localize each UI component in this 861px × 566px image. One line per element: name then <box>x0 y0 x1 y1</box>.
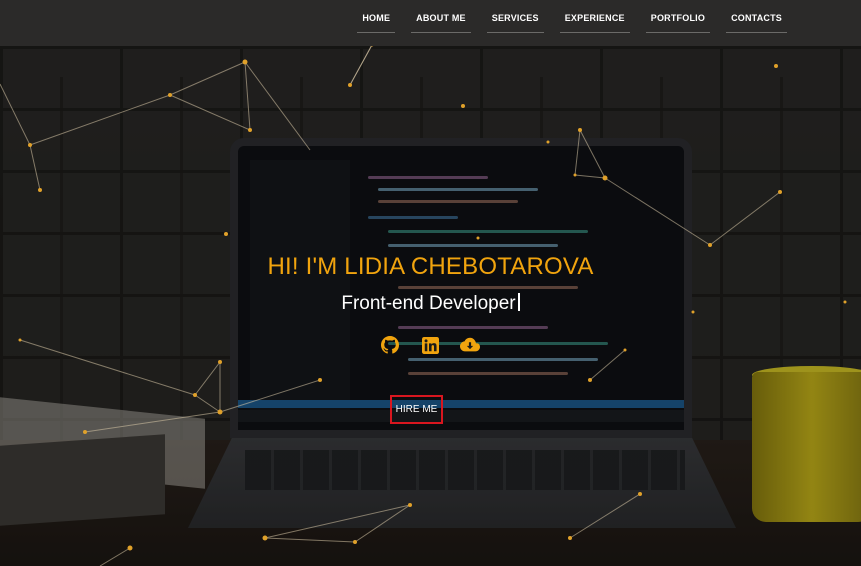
nav-item-portfolio[interactable]: PORTFOLIO <box>645 0 711 33</box>
typing-cursor <box>517 293 520 311</box>
nav-item-home[interactable]: HOME <box>357 0 396 33</box>
nav-item-services[interactable]: SERVICES <box>486 0 544 33</box>
nav-menu: HOME ABOUT ME SERVICES EXPERIENCE PORTFO… <box>341 0 787 46</box>
cloud-download-icon <box>460 337 480 352</box>
hero-subtitle: Front-end Developer <box>0 293 861 315</box>
linkedin-icon <box>421 336 439 354</box>
hero-background <box>0 0 861 566</box>
particle-network <box>0 10 847 566</box>
github-icon <box>381 336 399 354</box>
nav-item-label: ABOUT ME <box>416 13 466 23</box>
nav-item-experience[interactable]: EXPERIENCE <box>559 0 630 33</box>
nav-item-about-me[interactable]: ABOUT ME <box>411 0 471 33</box>
typed-role: Front-end Developer <box>341 293 516 314</box>
nav-item-label: EXPERIENCE <box>564 13 625 23</box>
social-links <box>380 335 480 355</box>
hire-me-button[interactable]: HIRE ME <box>390 395 443 424</box>
nav-item-label: CONTACTS <box>731 13 782 23</box>
nav-item-contacts[interactable]: CONTACTS <box>726 0 787 33</box>
github-link[interactable] <box>380 335 400 355</box>
top-navbar: HOME ABOUT ME SERVICES EXPERIENCE PORTFO… <box>0 0 861 46</box>
nav-item-label: SERVICES <box>491 13 539 23</box>
hero-title: HI! I'M LIDIA CHEBOTAROVA <box>267 253 594 280</box>
download-cv-link[interactable] <box>460 335 480 355</box>
nav-item-label: HOME <box>362 13 391 23</box>
linkedin-link[interactable] <box>420 335 440 355</box>
nav-item-label: PORTFOLIO <box>650 13 706 23</box>
